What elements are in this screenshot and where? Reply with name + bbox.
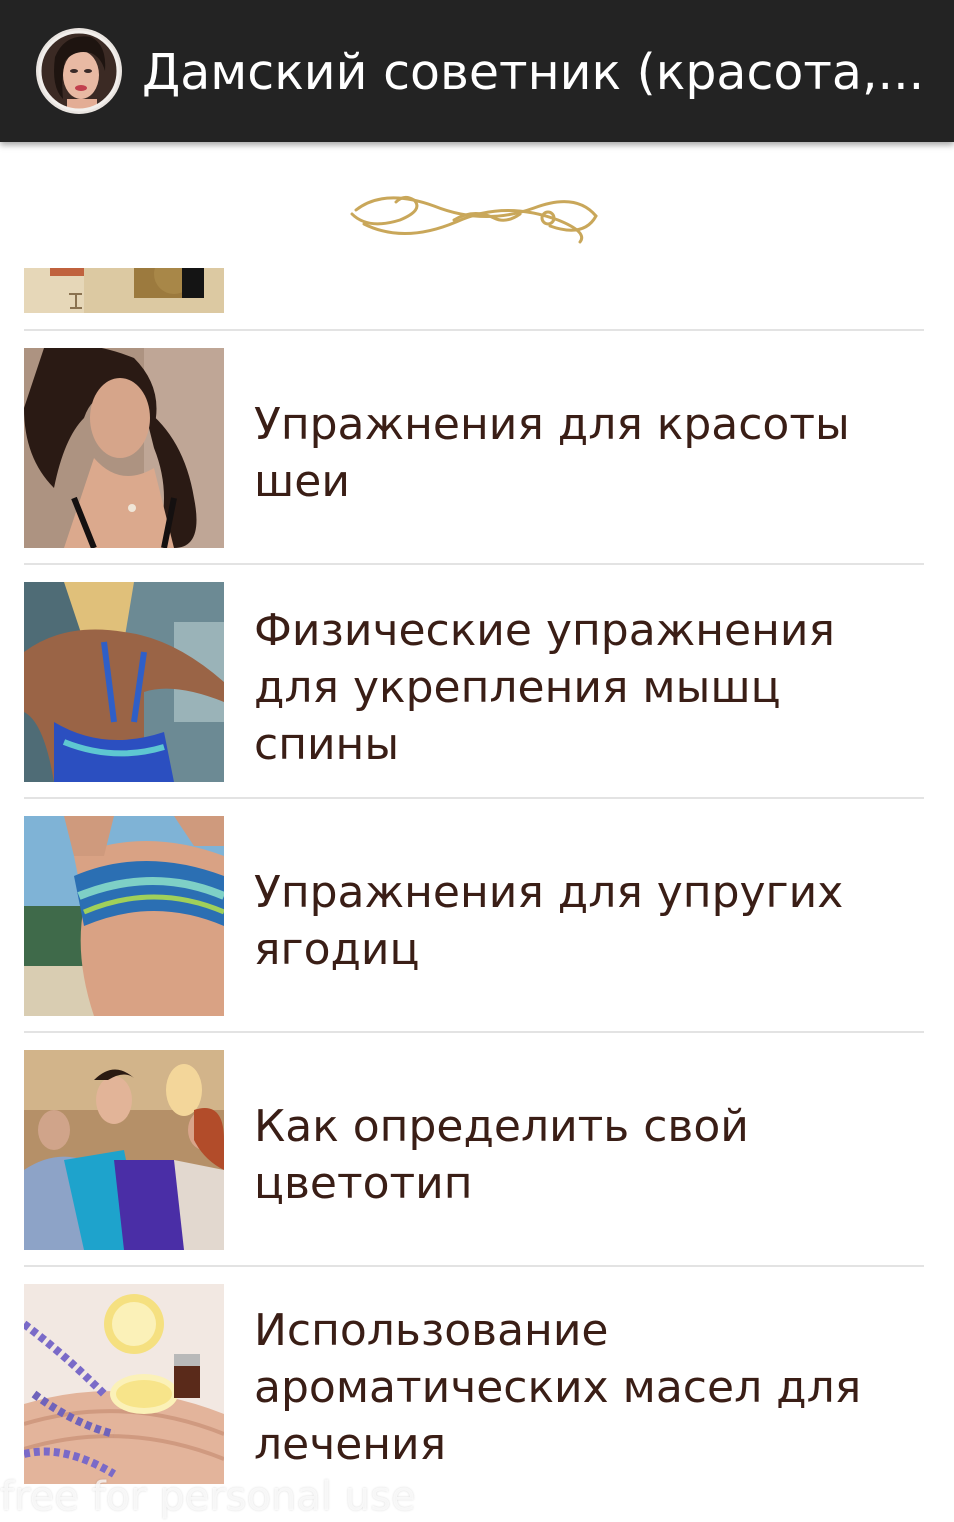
app-title: Дамский советник (красота,...: [142, 44, 922, 101]
screen: Дамский советник (красота,... Упражнения…: [0, 0, 954, 1522]
watermark-text: free for personal use: [0, 1474, 416, 1520]
article-list: Упражнения для красоты шеи Физические уп…: [0, 0, 954, 1522]
list-item-image[interactable]: [24, 816, 224, 1016]
list-divider: [24, 563, 924, 565]
action-bar: Дамский советник (красота,...: [0, 0, 954, 142]
list-divider: [24, 1031, 924, 1033]
list-item-image[interactable]: [24, 348, 224, 548]
list-item-image[interactable]: [24, 268, 224, 313]
list-item-title[interactable]: Как определить свой цветотип: [254, 1098, 914, 1212]
list-item-title[interactable]: Использование ароматических масел для ле…: [254, 1302, 914, 1473]
list-item-image[interactable]: [24, 1050, 224, 1250]
list-item-title[interactable]: Упражнения для упругих ягодиц: [254, 864, 914, 978]
list-item-title[interactable]: Упражнения для красоты шеи: [254, 396, 914, 510]
list-item-title[interactable]: Физические упражнения для укрепления мыш…: [254, 602, 914, 773]
list-item-image[interactable]: [24, 1284, 224, 1484]
list-divider: [24, 1265, 924, 1267]
app-avatar-icon[interactable]: [35, 27, 123, 115]
list-divider: [24, 329, 924, 331]
list-divider: [24, 797, 924, 799]
list-item-image[interactable]: [24, 582, 224, 782]
